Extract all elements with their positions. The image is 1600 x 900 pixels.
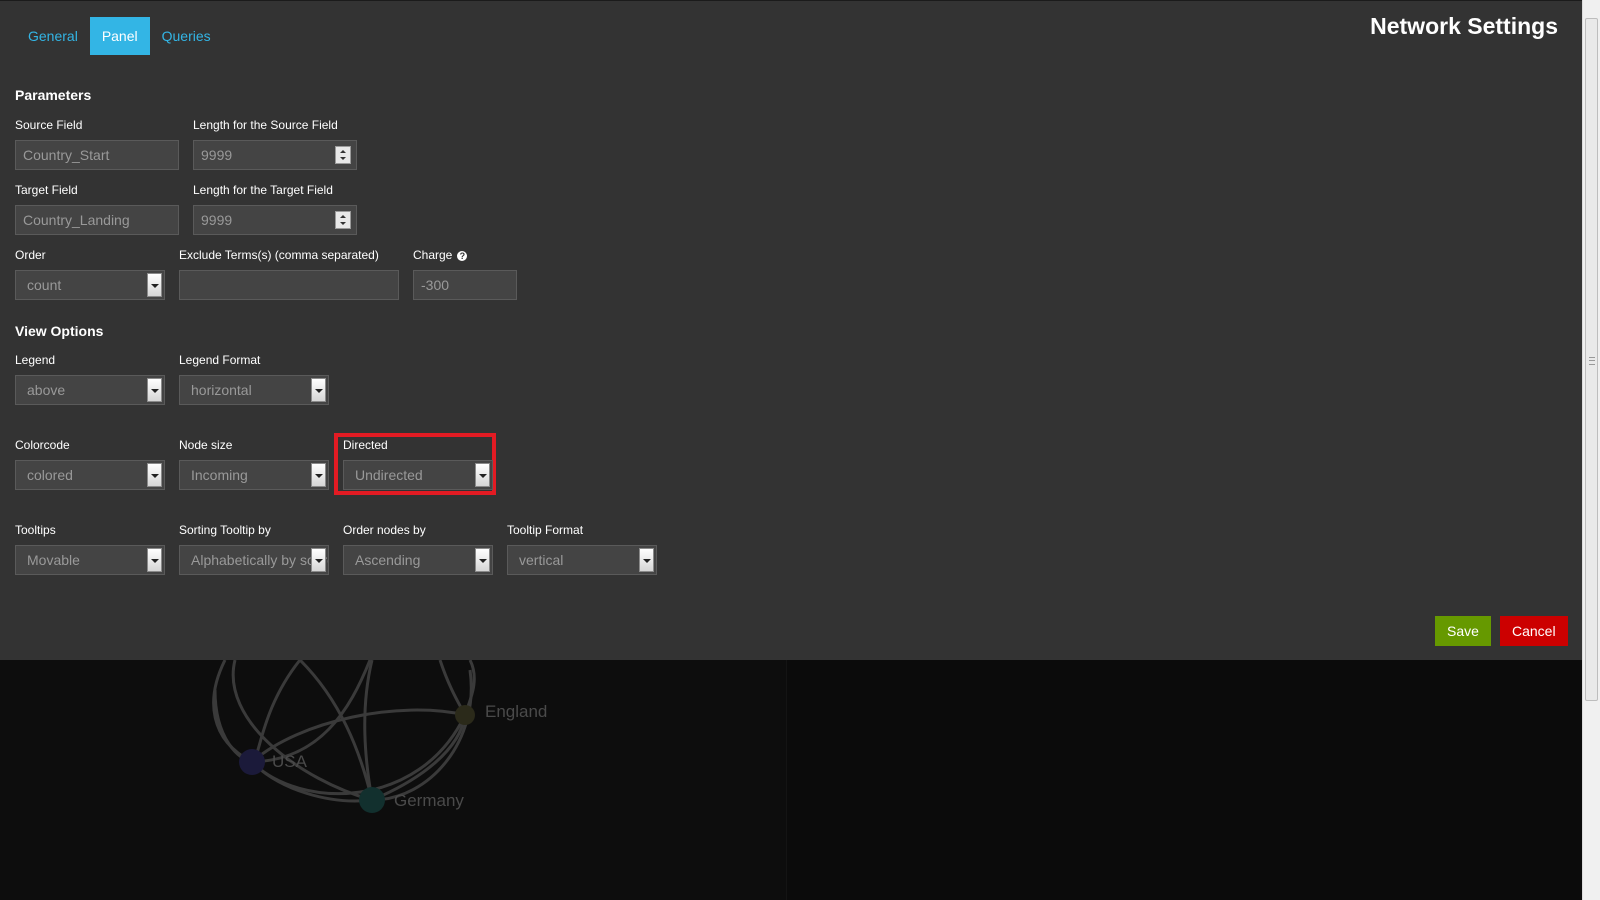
chevron-down-icon[interactable] [147,463,162,487]
cancel-button[interactable]: Cancel [1500,616,1568,646]
tooltips-value: Movable [27,552,80,568]
colorcode-value: colored [27,467,73,483]
order-value: count [27,277,62,293]
page-scrollbar[interactable] [1582,0,1600,900]
tooltips-label: Tooltips [15,523,56,537]
network-settings-modal: General Panel Queries Network Settings P… [0,1,1582,660]
tooltip-format-select[interactable]: vertical [507,545,657,575]
node-size-label: Node size [179,438,233,452]
tooltips-select[interactable]: Movable [15,545,165,575]
settings-tabs: General Panel Queries [16,17,223,55]
sorting-tooltip-label: Sorting Tooltip by [179,523,271,537]
graph-label-usa: USA [272,752,307,771]
chevron-down-icon[interactable] [475,463,490,487]
legend-format-value: horizontal [191,382,252,398]
tab-general[interactable]: General [16,17,90,55]
source-length-input[interactable]: 9999 [193,140,357,170]
number-spinner-icon[interactable] [335,211,351,229]
legend-label: Legend [15,353,56,367]
chevron-down-icon[interactable] [311,548,326,572]
sorting-tooltip-select[interactable]: Alphabetically by source [179,545,329,575]
order-nodes-select[interactable]: Ascending [343,545,493,575]
directed-select[interactable]: Undirected [343,460,493,490]
chevron-down-icon[interactable] [147,378,162,402]
chevron-down-icon[interactable] [475,548,490,572]
legend-select[interactable]: above [15,375,165,405]
target-length-input[interactable]: 9999 [193,205,357,235]
target-field-input[interactable]: Country_Landing [15,205,179,235]
directed-value: Undirected [355,467,423,483]
exclude-terms-label: Exclude Terms(s) (comma separated) [179,248,379,262]
network-graph [212,660,476,813]
target-field-label: Target Field [15,183,78,197]
order-label: Order [15,248,46,262]
chevron-down-icon[interactable] [639,548,654,572]
question-circle-icon[interactable]: ? [457,251,468,261]
scrollbar-thumb[interactable] [1585,18,1598,701]
number-spinner-icon[interactable] [335,146,351,164]
charge-label: Charge? [413,248,468,262]
legend-value: above [27,382,66,398]
colorcode-select[interactable]: colored [15,460,165,490]
graph-node-usa [239,749,265,775]
source-length-label: Length for the Source Field [193,118,338,132]
sorting-tooltip-value: Alphabetically by source [191,552,329,568]
view-options-heading: View Options [15,323,104,339]
target-length-label: Length for the Target Field [193,183,333,197]
chevron-down-icon[interactable] [311,378,326,402]
parameters-heading: Parameters [15,87,92,103]
directed-label: Directed [343,438,388,452]
chevron-down-icon[interactable] [147,548,162,572]
node-size-value: Incoming [191,467,248,483]
source-length-value: 9999 [201,147,233,163]
source-field-input[interactable]: Country_Start [15,140,179,170]
legend-format-label: Legend Format [179,353,261,367]
colorcode-label: Colorcode [15,438,70,452]
graph-node-germany [359,787,385,813]
order-nodes-value: Ascending [355,552,421,568]
order-nodes-label: Order nodes by [343,523,426,537]
source-field-label: Source Field [15,118,83,132]
charge-input[interactable]: -300 [413,270,517,300]
tooltip-format-label: Tooltip Format [507,523,584,537]
order-select[interactable]: count [15,270,165,300]
grip-icon [1589,357,1595,365]
graph-label-germany: Germany [394,791,464,810]
target-length-value: 9999 [201,212,233,228]
tab-queries[interactable]: Queries [150,17,223,55]
graph-node-england [455,705,475,725]
right-panel-background [786,660,1583,900]
chevron-down-icon[interactable] [147,273,162,297]
tooltip-format-value: vertical [519,552,564,568]
modal-title: Network Settings [1370,13,1558,39]
chevron-down-icon[interactable] [311,463,326,487]
exclude-terms-input[interactable] [179,270,399,300]
legend-format-select[interactable]: horizontal [179,375,329,405]
node-size-select[interactable]: Incoming [179,460,329,490]
tab-panel[interactable]: Panel [89,17,150,55]
save-button[interactable]: Save [1435,616,1491,646]
graph-label-england: England [485,702,548,721]
charge-label-text: Charge [413,248,453,262]
